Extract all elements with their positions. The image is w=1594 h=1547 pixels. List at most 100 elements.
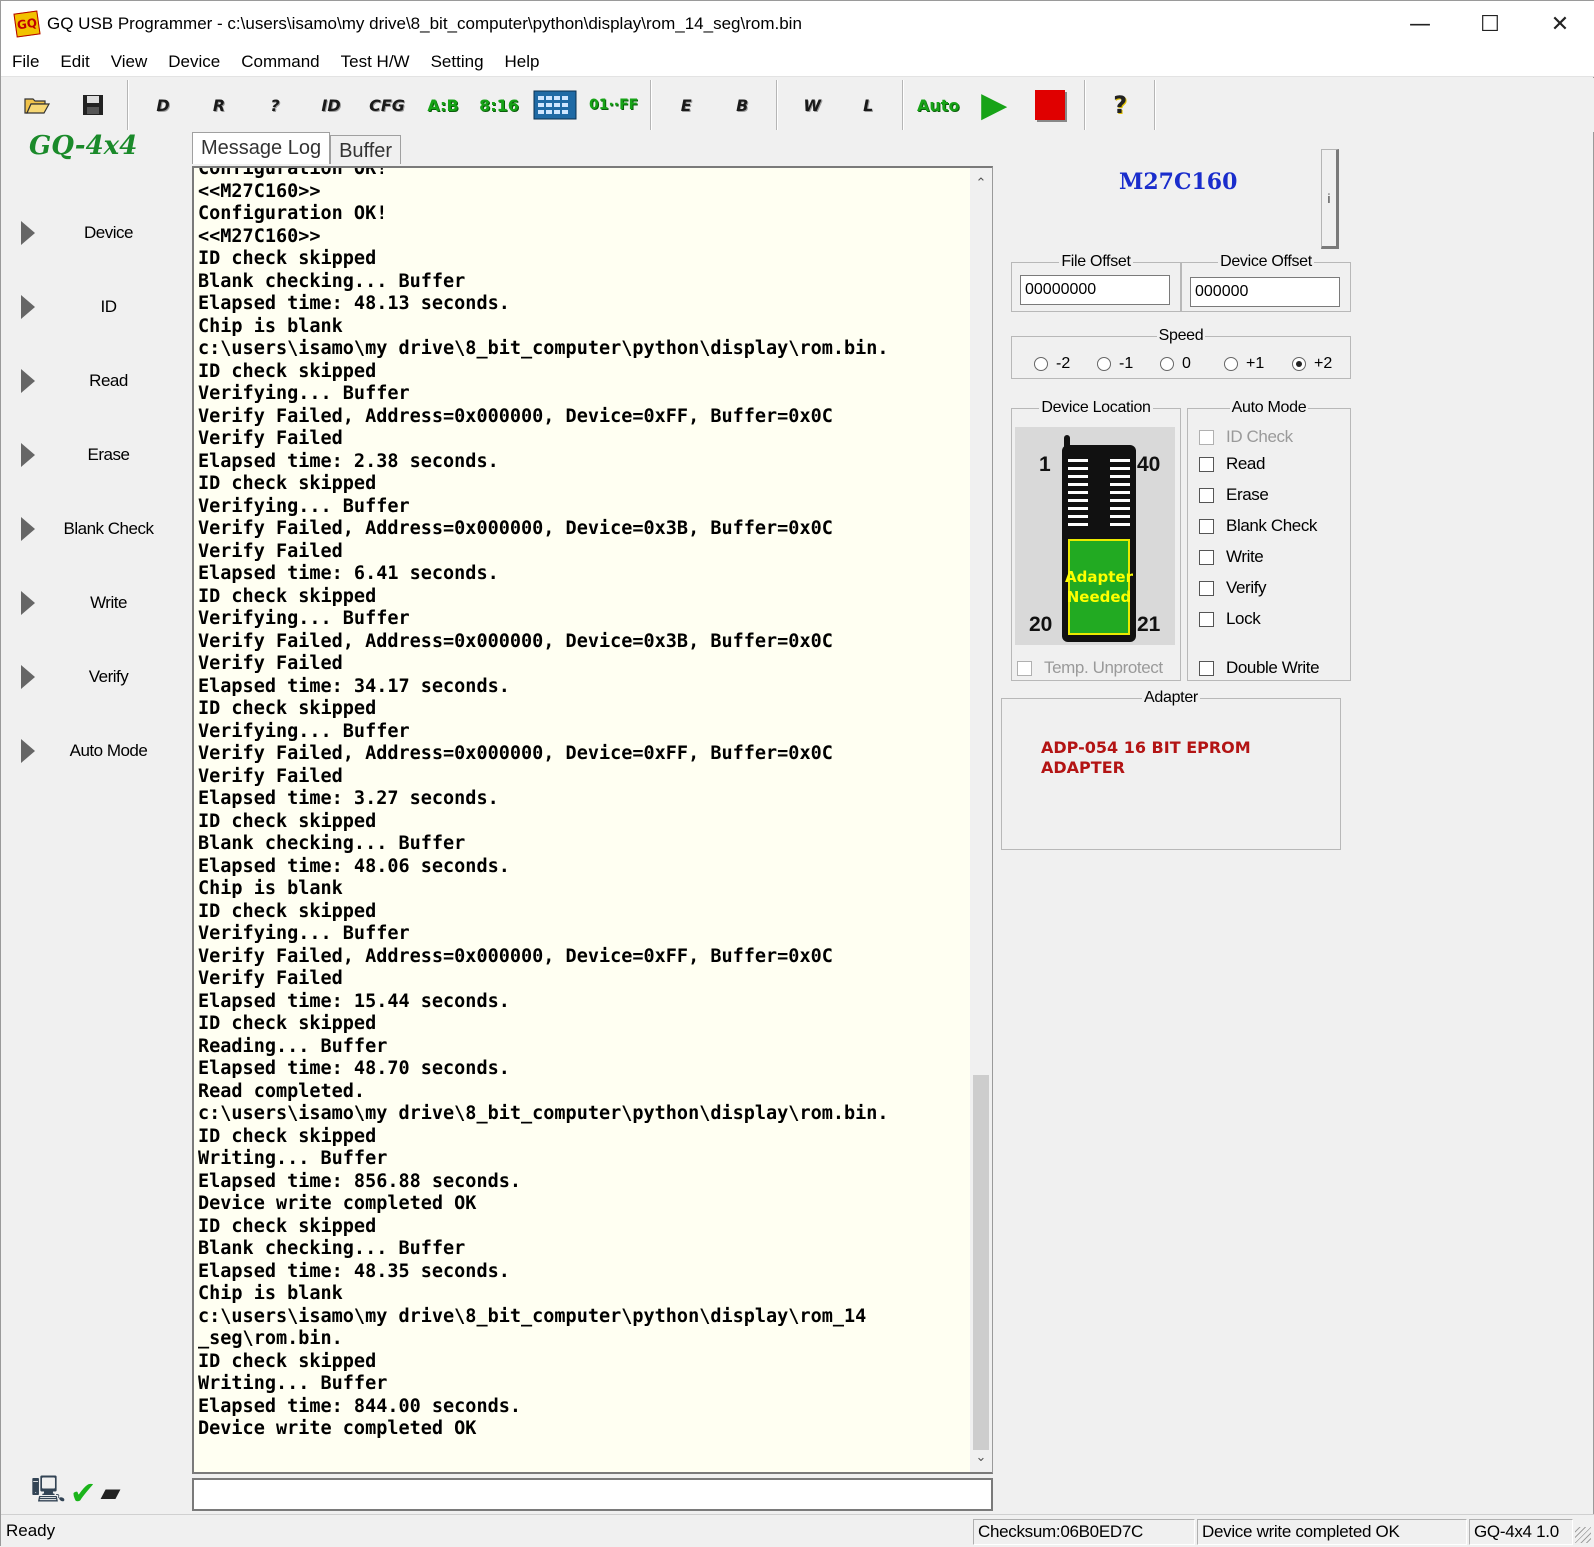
device-chip-button[interactable]: D — [141, 81, 185, 129]
tab-bar: Message Log Buffer — [192, 132, 402, 164]
auto-write-checkbox[interactable]: Write — [1199, 547, 1264, 567]
speed-radio-minus1[interactable]: -1 — [1097, 355, 1133, 373]
checkbox-label: ID Check — [1226, 427, 1293, 446]
swap-ab-button[interactable]: A:B — [421, 81, 465, 129]
speed-radio-minus2[interactable]: -2 — [1034, 355, 1070, 373]
sidebar-item-read[interactable]: Read — [1, 344, 189, 418]
radio-label: 0 — [1182, 355, 1191, 372]
menu-command[interactable]: Command — [230, 52, 329, 72]
computer-icon: 🖳 — [31, 1475, 66, 1505]
checkbox-label: Double Write — [1226, 658, 1320, 677]
read-chip-button[interactable]: R — [197, 81, 241, 129]
speed-radio-plus2[interactable]: +2 — [1292, 355, 1332, 373]
command-input[interactable] — [192, 1478, 993, 1511]
write-chip-button[interactable]: W — [790, 81, 834, 129]
radio-circle — [1097, 357, 1111, 371]
sidebar-item-label: Write — [90, 593, 127, 612]
file-offset-input[interactable]: 00000000 — [1020, 275, 1170, 305]
scroll-up-icon[interactable]: ⌃ — [970, 172, 992, 194]
fill-ff-button[interactable]: 01··FF — [589, 81, 638, 129]
device-offset-group: Device Offset 000000 — [1181, 253, 1351, 312]
speed-group: Speed -2 -1 0 +1 +2 — [1011, 327, 1351, 379]
erase-chip-button[interactable]: E — [664, 81, 708, 129]
checkbox-box — [1199, 487, 1214, 503]
sidebar-item-verify[interactable]: Verify — [1, 640, 189, 714]
auto-lock-checkbox[interactable]: Lock — [1199, 609, 1261, 629]
file-offset-label: File Offset — [1061, 253, 1131, 270]
sidebar-item-device[interactable]: Device — [1, 196, 189, 270]
auto-erase-checkbox[interactable]: Erase — [1199, 485, 1269, 505]
toolbar-separator — [1154, 80, 1157, 130]
sidebar-item-erase[interactable]: Erase — [1, 418, 189, 492]
checkbox-box — [1199, 518, 1214, 534]
socket-pins-right — [1110, 459, 1130, 531]
speed-radio-plus1[interactable]: +1 — [1224, 355, 1264, 373]
sidebar-item-write[interactable]: Write — [1, 566, 189, 640]
radio-circle — [1224, 357, 1238, 371]
checkbox-label: Verify — [1226, 578, 1267, 597]
maximize-button[interactable]: ☐ — [1455, 1, 1525, 47]
scroll-thumb[interactable] — [973, 1075, 989, 1450]
split-8-16-button[interactable]: 8:16 — [477, 81, 521, 129]
speed-radio-0[interactable]: 0 — [1160, 355, 1191, 373]
checkbox-label: Blank Check — [1226, 516, 1318, 535]
help-button[interactable]: ? — [1098, 81, 1142, 129]
status-bar: Ready Checksum:06B0ED7C Device write com… — [1, 1514, 1594, 1547]
sidebar-item-blank-check[interactable]: Blank Check — [1, 492, 189, 566]
temp-unprotect-checkbox[interactable]: Temp. Unprotect — [1017, 658, 1163, 678]
adapter-needed-box: Adapter Needed — [1065, 539, 1133, 635]
device-info-button[interactable]: i — [1321, 149, 1339, 249]
blank-check-chip-button[interactable]: B — [720, 81, 764, 129]
status-message: Device write completed OK — [1197, 1519, 1467, 1545]
lock-chip-button[interactable]: L — [846, 81, 890, 129]
verify-chip-button[interactable]: ? — [253, 81, 297, 129]
double-write-checkbox[interactable]: Double Write — [1199, 658, 1320, 678]
device-name: M27C160 — [1119, 169, 1238, 195]
run-button[interactable]: ▶ — [972, 81, 1016, 129]
close-button[interactable]: ✕ — [1525, 1, 1594, 47]
minimize-button[interactable]: — — [1385, 1, 1455, 47]
id-chip-button[interactable]: ID — [309, 81, 353, 129]
menu-bar: File Edit View Device Command Test H/W S… — [1, 47, 1594, 77]
scroll-down-icon[interactable]: ⌄ — [970, 1446, 992, 1468]
message-log[interactable]: Configuration OK! <<M27C160>> Configurat… — [192, 166, 993, 1474]
checkbox-label: Write — [1226, 547, 1264, 566]
stop-button[interactable] — [1028, 81, 1072, 129]
auto-read-checkbox[interactable]: Read — [1199, 454, 1265, 474]
toolbar-separator — [650, 80, 653, 130]
menu-view[interactable]: View — [100, 52, 158, 72]
auto-blank-check-checkbox[interactable]: Blank Check — [1199, 516, 1317, 536]
sidebar-item-id[interactable]: ID — [1, 270, 189, 344]
sidebar-item-label: ID — [100, 297, 118, 316]
open-file-button[interactable] — [15, 81, 59, 129]
pin-number-bl: 20 — [1029, 613, 1053, 636]
file-offset-group: File Offset 00000000 — [1011, 253, 1181, 312]
tab-buffer[interactable]: Buffer — [330, 135, 402, 164]
checkbox-box — [1017, 660, 1032, 676]
menu-file[interactable]: File — [1, 52, 49, 72]
hex-editor-icon — [533, 90, 577, 120]
menu-setting[interactable]: Setting — [420, 52, 494, 72]
menu-test-hw[interactable]: Test H/W — [330, 52, 420, 72]
auto-button[interactable]: Auto — [916, 81, 960, 129]
pin-number-tr: 40 — [1137, 453, 1161, 476]
menu-device[interactable]: Device — [157, 52, 230, 72]
vertical-scrollbar[interactable]: ⌃ ⌄ — [970, 168, 992, 1472]
resize-grip-icon[interactable] — [1575, 1527, 1591, 1543]
device-offset-input[interactable]: 000000 — [1190, 277, 1340, 307]
pin-number-tl: 1 — [1039, 453, 1051, 476]
folder-open-icon — [24, 98, 51, 114]
checkbox-label: Lock — [1226, 609, 1261, 628]
radio-circle — [1160, 357, 1174, 371]
menu-edit[interactable]: Edit — [49, 52, 99, 72]
sidebar-item-auto-mode[interactable]: Auto Mode — [1, 714, 189, 788]
auto-verify-checkbox[interactable]: Verify — [1199, 578, 1267, 598]
sidebar-item-label: Blank Check — [63, 519, 154, 538]
hex-editor-button[interactable] — [533, 81, 577, 129]
config-chip-button[interactable]: CFG — [365, 81, 409, 129]
sidebar-item-label: Erase — [87, 445, 130, 464]
save-file-button[interactable] — [71, 81, 115, 129]
tab-message-log[interactable]: Message Log — [192, 132, 331, 164]
menu-help[interactable]: Help — [494, 52, 550, 72]
sidebar-item-label: Verify — [88, 667, 129, 686]
